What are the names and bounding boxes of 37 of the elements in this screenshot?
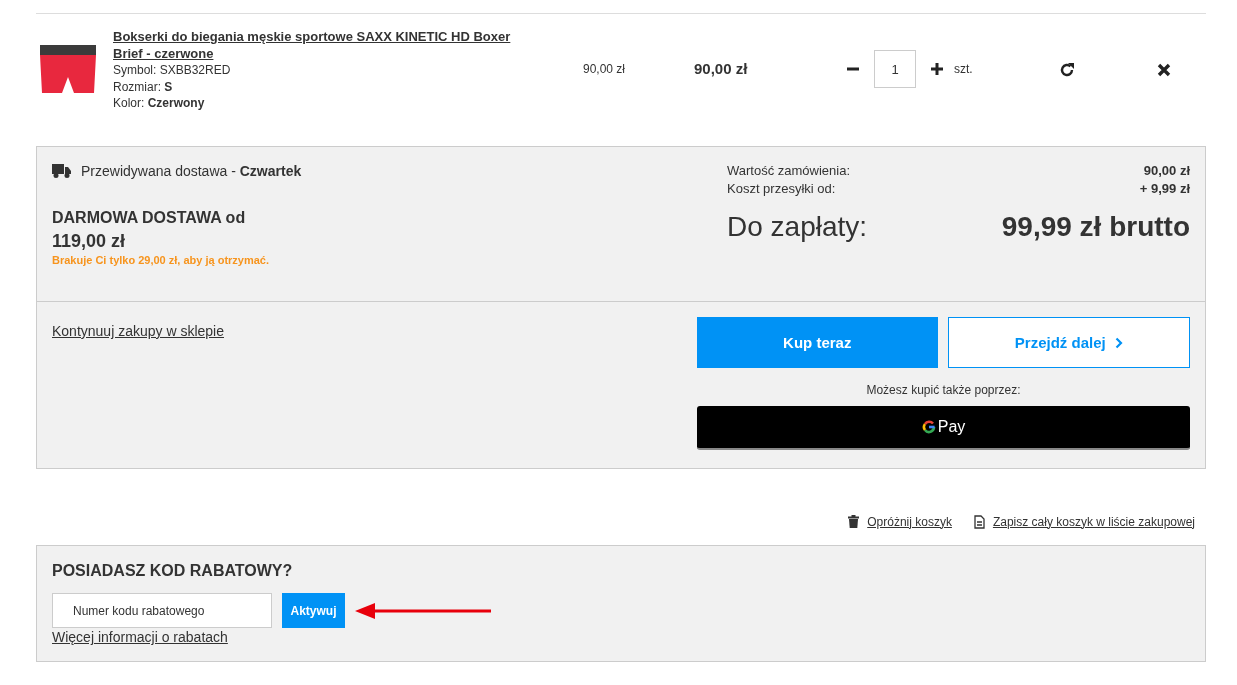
total-value: + 9,99 zł xyxy=(1139,180,1190,198)
product-detail: Rozmiar: S xyxy=(113,78,174,95)
product-detail: Kolor: Czerwony xyxy=(113,95,206,112)
product-name-link[interactable]: Bokserki do biegania męskie sportowe SAXX KINETIC HD Boxer Brief - czerwone xyxy=(113,29,533,62)
google-pay-button[interactable]: Pay xyxy=(697,406,1190,450)
quantity-unit: szt. xyxy=(954,62,973,76)
total-price: 90,00 zł xyxy=(694,60,749,77)
document-icon xyxy=(973,514,985,529)
discount-info-link[interactable]: Więcej informacji o rabatach xyxy=(52,629,228,645)
free-shipping-notice: Brakuje Ci tylko 29,00 zł, aby ją otrzymać. xyxy=(52,254,271,266)
trash-icon xyxy=(848,515,860,528)
g-logo-icon xyxy=(921,420,936,434)
total-label: Koszt przesyłki od: xyxy=(727,180,836,198)
grand-total-label: Do zapłaty: xyxy=(727,211,868,243)
delivery-estimate: Przewidywana dostawa - Czwartek xyxy=(81,163,302,179)
remove-button[interactable] xyxy=(1156,63,1171,77)
free-shipping-amount: 119,00 zł xyxy=(52,231,127,252)
discount-code-field[interactable]: Numer kodu rabatowego xyxy=(52,593,272,628)
discount-title: POSIADASZ KOD RABATOWY? xyxy=(52,562,294,580)
product-detail: Symbol: SXBB32RED xyxy=(113,62,232,79)
refresh-button[interactable] xyxy=(1058,62,1075,78)
plus-icon xyxy=(930,62,944,76)
cart-action-link[interactable]: Zapisz cały koszyk w liście zakupowej xyxy=(992,514,1195,529)
free-shipping-title: DARMOWA DOSTAWA od xyxy=(52,209,247,227)
truck-icon xyxy=(52,164,71,178)
increase-button[interactable] xyxy=(930,62,944,76)
cart-action-link[interactable]: Opróżnij koszyk xyxy=(867,514,952,529)
alternative-payment-label: Możesz kupić także poprzez: xyxy=(865,383,1022,397)
refresh-icon xyxy=(1058,62,1075,78)
total-label: Wartość zamówienia: xyxy=(727,162,851,180)
close-icon xyxy=(1156,63,1171,77)
continue-shopping-link[interactable]: Kontynuuj zakupy w sklepie xyxy=(52,323,224,339)
chevron-right-icon xyxy=(1114,336,1123,349)
total-value: 90,00 zł xyxy=(1143,162,1190,180)
quantity-field[interactable]: 1 xyxy=(874,50,916,88)
grand-total-value: 99,99 zł brutto xyxy=(1001,211,1190,243)
unit-price: 90,00 zł xyxy=(583,62,627,76)
